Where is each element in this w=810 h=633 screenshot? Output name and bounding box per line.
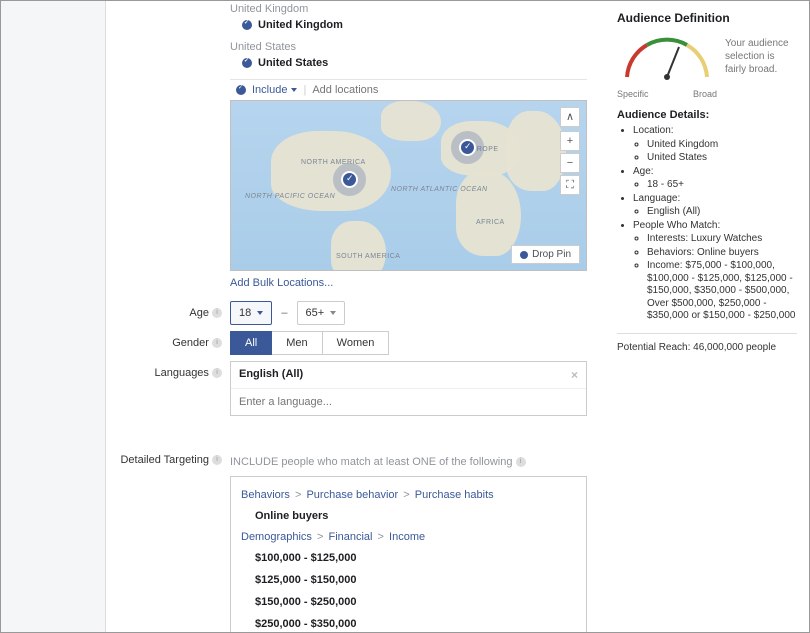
audience-detail-item: Age:18 - 65+ bbox=[633, 166, 797, 192]
audience-detail-subitem: Interests: Luxury Watches bbox=[647, 233, 797, 246]
chevron-down-icon bbox=[291, 88, 297, 92]
map[interactable]: North America South America Europe Afric… bbox=[230, 101, 587, 271]
potential-reach: Potential Reach: 46,000,000 people bbox=[617, 333, 797, 353]
map-marker[interactable] bbox=[459, 139, 476, 156]
languages-label: Languages bbox=[154, 367, 208, 379]
gauge-broad-label: Broad bbox=[693, 89, 717, 99]
chevron-down-icon bbox=[330, 311, 336, 315]
audience-detail-item: Location:United KingdomUnited States bbox=[633, 125, 797, 165]
language-input[interactable] bbox=[231, 389, 586, 415]
audience-meter-text: Your audience selection is fairly broad. bbox=[725, 33, 797, 76]
targeting-crumb[interactable]: Purchase habits bbox=[415, 489, 494, 501]
info-icon[interactable]: i bbox=[212, 455, 222, 465]
language-selected: English (All) bbox=[239, 368, 303, 382]
map-up-button[interactable]: ∧ bbox=[560, 107, 580, 127]
audience-detail-subitem: 18 - 65+ bbox=[647, 179, 797, 192]
gauge-specific-label: Specific bbox=[617, 89, 649, 99]
chevron-down-icon bbox=[257, 311, 263, 315]
targeting-crumb[interactable]: Income bbox=[389, 531, 425, 543]
map-fullscreen-button[interactable]: ⛶ bbox=[560, 175, 580, 195]
pin-icon bbox=[236, 85, 246, 95]
info-icon[interactable]: i bbox=[212, 338, 222, 348]
left-gutter bbox=[1, 1, 106, 632]
audience-detail-subitem: Income: $75,000 - $100,000, $100,000 - $… bbox=[647, 260, 797, 323]
audience-definition-title: Audience Definition bbox=[617, 11, 797, 25]
languages-box: English (All) × bbox=[230, 361, 587, 416]
map-label: North Atlantic Ocean bbox=[391, 186, 488, 193]
main-form: United Kingdom United Kingdom United State… bbox=[106, 1, 605, 632]
audience-detail-subitem: Behaviors: Online buyers bbox=[647, 247, 797, 260]
audience-detail-subitem: United Kingdom bbox=[647, 139, 797, 152]
location-item-label: United Kingdom bbox=[258, 19, 343, 31]
targeting-value[interactable]: $250,000 - $350,000 bbox=[241, 613, 576, 632]
map-zoom-in-button[interactable]: + bbox=[560, 131, 580, 151]
age-label: Age bbox=[189, 307, 209, 319]
map-label: Africa bbox=[476, 219, 505, 226]
age-max-dropdown[interactable]: 65+ bbox=[297, 301, 346, 325]
info-icon[interactable]: i bbox=[212, 368, 222, 378]
info-icon[interactable]: i bbox=[516, 457, 526, 467]
map-label: South America bbox=[336, 253, 400, 260]
map-zoom-out-button[interactable]: − bbox=[560, 153, 580, 173]
targeting-value[interactable]: $100,000 - $125,000 bbox=[241, 547, 576, 569]
detailed-targeting-subtitle: INCLUDE people who match at least ONE of… bbox=[230, 456, 512, 468]
location-group-header: United Kingdom bbox=[230, 1, 587, 17]
location-item[interactable]: United Kingdom bbox=[230, 17, 587, 37]
continent-shape bbox=[456, 171, 521, 256]
add-bulk-locations-link[interactable]: Add Bulk Locations... bbox=[230, 271, 587, 299]
audience-gauge bbox=[617, 33, 717, 87]
gender-button-group: AllMenWomen bbox=[230, 331, 587, 355]
map-label: North Pacific Ocean bbox=[245, 193, 335, 200]
info-icon[interactable]: i bbox=[212, 308, 222, 318]
map-marker[interactable] bbox=[341, 171, 358, 188]
audience-details-title: Audience Details: bbox=[617, 109, 797, 121]
targeting-crumb[interactable]: Behaviors bbox=[241, 489, 290, 501]
targeting-crumb[interactable]: Demographics bbox=[241, 531, 312, 543]
continent-shape bbox=[506, 111, 566, 191]
include-label: Include bbox=[252, 84, 287, 96]
include-dropdown[interactable]: Include bbox=[252, 84, 303, 96]
targeting-value[interactable]: $150,000 - $250,000 bbox=[241, 591, 576, 613]
targeting-crumb[interactable]: Financial bbox=[328, 531, 372, 543]
audience-detail-item: Language:English (All) bbox=[633, 193, 797, 219]
location-item[interactable]: United States bbox=[230, 55, 587, 75]
targeting-crumb[interactable]: Purchase behavior bbox=[306, 489, 398, 501]
detailed-targeting-label: Detailed Targeting bbox=[120, 454, 208, 466]
audience-sidebar: Audience Definition Specific Broad bbox=[605, 1, 809, 632]
continent-shape bbox=[331, 221, 386, 271]
location-input-row: Include | bbox=[230, 79, 587, 101]
detailed-targeting-box: Behaviors > Purchase behavior > Purchase… bbox=[230, 476, 587, 632]
audience-detail-subitem: United States bbox=[647, 152, 797, 165]
gender-button-all[interactable]: All bbox=[230, 331, 272, 355]
gender-button-women[interactable]: Women bbox=[323, 331, 390, 355]
targeting-value[interactable]: Online buyers bbox=[241, 505, 576, 527]
location-item-label: United States bbox=[258, 57, 328, 69]
map-label: North America bbox=[301, 159, 366, 166]
pin-icon bbox=[520, 251, 528, 259]
drop-pin-button[interactable]: Drop Pin bbox=[511, 245, 580, 264]
continent-shape bbox=[381, 101, 441, 141]
audience-detail-subitem: English (All) bbox=[647, 206, 797, 219]
targeting-value[interactable]: $125,000 - $150,000 bbox=[241, 569, 576, 591]
audience-detail-item: People Who Match:Interests: Luxury Watch… bbox=[633, 220, 797, 323]
remove-language-button[interactable]: × bbox=[571, 368, 578, 382]
pin-icon bbox=[242, 20, 252, 30]
drop-pin-label: Drop Pin bbox=[532, 249, 571, 260]
age-min-dropdown[interactable]: 18 bbox=[230, 301, 272, 325]
location-group-header: United States bbox=[230, 39, 587, 55]
gender-label: Gender bbox=[172, 337, 209, 349]
location-input[interactable] bbox=[306, 84, 581, 96]
gender-button-men[interactable]: Men bbox=[272, 331, 322, 355]
pin-icon bbox=[242, 58, 252, 68]
